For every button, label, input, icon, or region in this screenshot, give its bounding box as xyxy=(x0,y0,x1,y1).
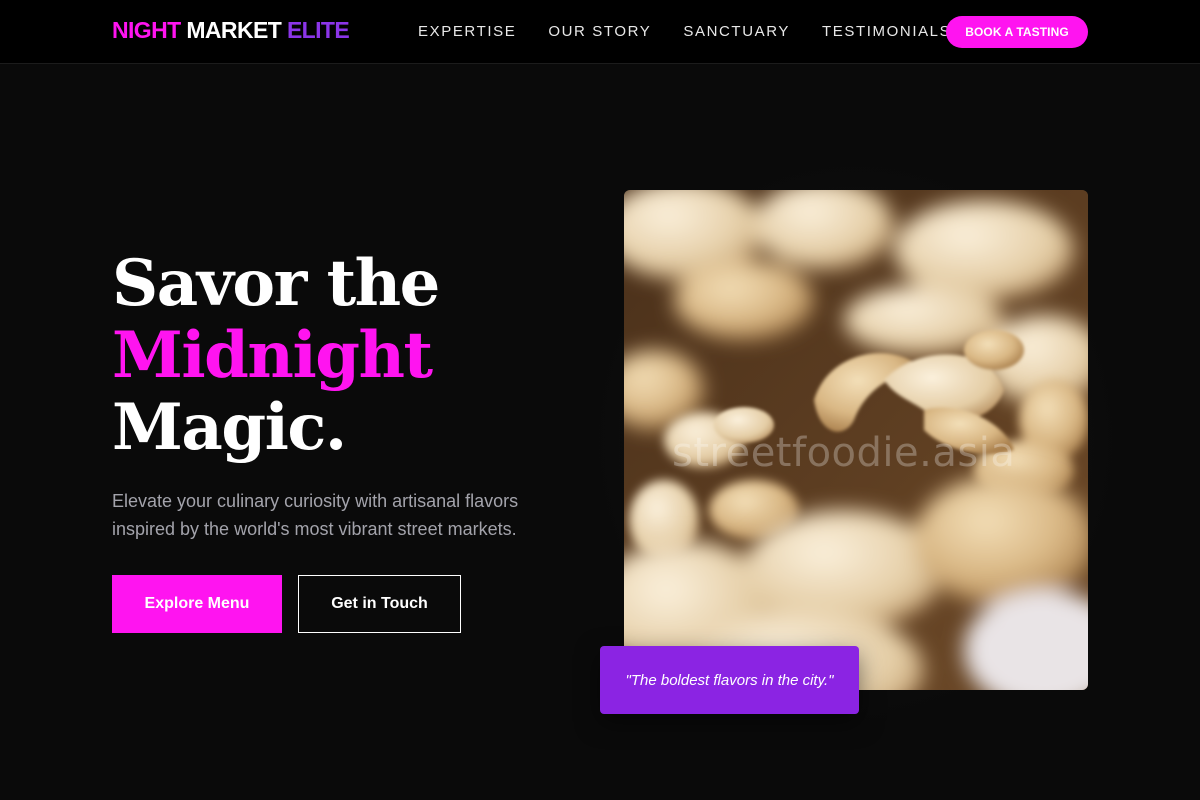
brand-logo-market: MARKET xyxy=(186,17,282,43)
hero-title: Savor the Midnight Magic. xyxy=(112,246,440,465)
book-tasting-button[interactable]: BOOK A TASTING xyxy=(946,16,1088,48)
nav-links: EXPERTISE OUR STORY SANCTUARY TESTIMONIA… xyxy=(418,23,951,41)
nav-link-expertise[interactable]: EXPERTISE xyxy=(418,23,516,41)
brand-logo-elite: ELITE xyxy=(286,17,350,43)
hero-title-line3: Magic. xyxy=(112,390,347,465)
photo-watermark: streetfoodie.asia xyxy=(672,430,1016,476)
hero-title-line1: Savor the xyxy=(112,246,440,321)
nav-link-testimonials[interactable]: TESTIMONIALS xyxy=(822,23,951,41)
brand-logo-night: NIGHT xyxy=(112,17,181,43)
hero-subtitle: Elevate your culinary curiosity with art… xyxy=(112,491,519,539)
quote-card: "The boldest flavors in the city." xyxy=(600,646,859,714)
get-in-touch-button[interactable]: Get in Touch xyxy=(298,575,461,633)
hero-photo-cashews: streetfoodie.asia xyxy=(624,190,1088,690)
quote-text: "The boldest flavors in the city." xyxy=(625,671,834,689)
brand-logo[interactable]: NIGHT MARKET ELITE xyxy=(112,17,350,44)
explore-menu-button[interactable]: Explore Menu xyxy=(112,575,282,633)
top-navigation-bar: NIGHT MARKET ELITE EXPERTISE OUR STORY S… xyxy=(0,0,1200,64)
nav-link-sanctuary[interactable]: SANCTUARY xyxy=(683,23,790,41)
nav-link-our-story[interactable]: OUR STORY xyxy=(548,23,651,41)
hero-title-line2: Midnight xyxy=(112,318,433,393)
